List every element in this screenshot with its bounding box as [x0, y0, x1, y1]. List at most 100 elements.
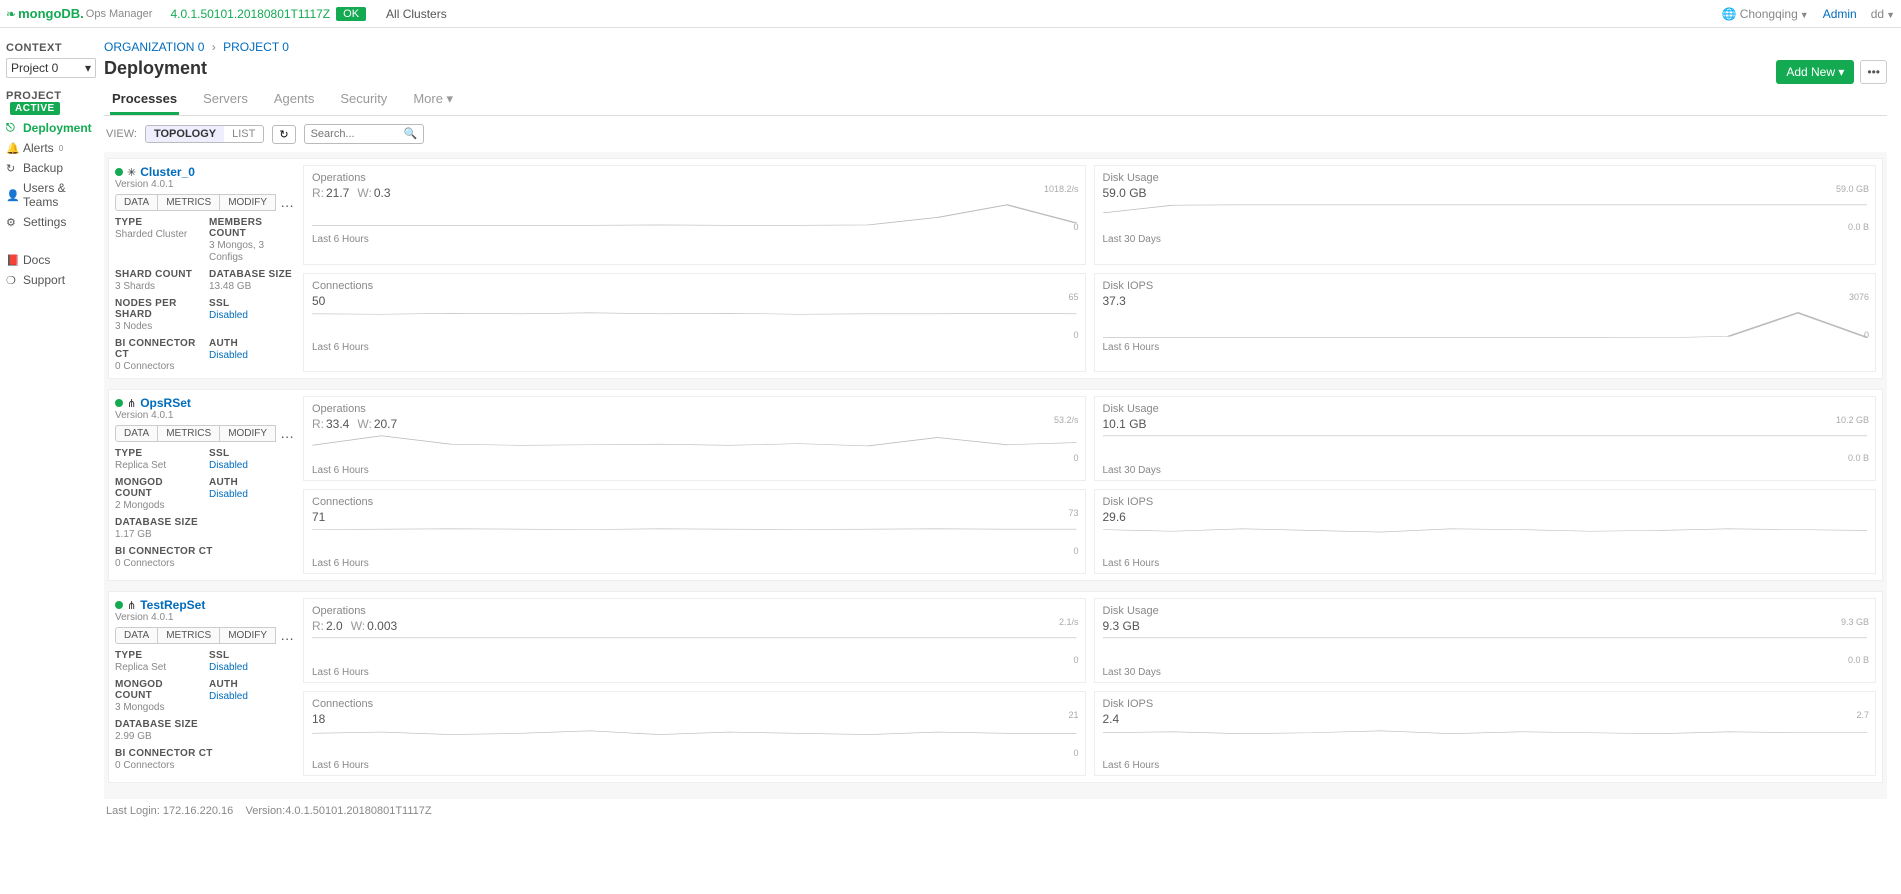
chart-title: Connections — [312, 496, 1077, 508]
y-axis-min: 0.0 B — [1848, 222, 1869, 232]
chart-title: Operations — [312, 605, 1077, 617]
y-axis-min: 0 — [1073, 655, 1078, 665]
sidebar-item-settings[interactable]: ⚙Settings — [6, 212, 98, 232]
topbar: ❧ mongoDB. Ops Manager 4.0.1.50101.20180… — [0, 0, 1901, 28]
deployment-icon: ⎋ — [6, 122, 18, 135]
breadcrumb: ORGANIZATION 0 › PROJECT 0 — [104, 40, 1887, 54]
sidebar-item-backup[interactable]: ↻Backup — [6, 158, 98, 178]
sidebar-item-docs[interactable]: 📕Docs — [6, 250, 98, 270]
replset-icon: ⋔ — [127, 397, 136, 410]
status-badge: OK — [336, 7, 366, 21]
chart-operations[interactable]: Operations R:2.0W:0.003 2.1/s 0 Last 6 H… — [303, 598, 1086, 683]
chart-value: 29.6 — [1103, 510, 1868, 524]
sidebar: CONTEXT Project 0▾ PROJECT ACTIVE ⎋Deplo… — [0, 28, 104, 833]
crumb-project[interactable]: PROJECT 0 — [223, 40, 289, 54]
refresh-button[interactable]: ↻ — [272, 125, 295, 144]
sidebar-item-deployment[interactable]: ⎋Deployment — [6, 118, 98, 138]
chart-title: Disk IOPS — [1103, 496, 1868, 508]
cluster-name-link[interactable]: OpsRSet — [140, 396, 191, 410]
y-axis-max: 2.7 — [1856, 710, 1869, 720]
all-clusters-link[interactable]: All Clusters — [386, 7, 447, 21]
cluster-more-icon[interactable]: … — [276, 194, 298, 211]
lifebuoy-icon: ❍ — [6, 274, 18, 287]
y-axis-max: 59.0 GB — [1836, 184, 1869, 194]
chart-connections[interactable]: Connections 50 65 0 Last 6 Hours — [303, 273, 1086, 373]
pill-modify[interactable]: MODIFY — [220, 627, 276, 644]
crumb-org[interactable]: ORGANIZATION 0 — [104, 40, 204, 54]
sidebar-item-support[interactable]: ❍Support — [6, 270, 98, 290]
chart-operations[interactable]: Operations R:21.7W:0.3 1018.2/s 0 Last 6… — [303, 165, 1086, 265]
build-version: 4.0.1.50101.20180801T1117Z — [170, 7, 330, 21]
tab-agents[interactable]: Agents — [272, 85, 316, 115]
cluster-info: ⋔ TestRepSet Version 4.0.1 DATA METRICS … — [115, 598, 295, 776]
context-select[interactable]: Project 0▾ — [6, 58, 96, 78]
chart-title: Disk Usage — [1103, 605, 1868, 617]
chart-disk usage[interactable]: Disk Usage 9.3 GB 9.3 GB 0.0 B Last 30 D… — [1094, 598, 1877, 683]
cluster-version: Version 4.0.1 — [115, 179, 295, 190]
add-new-button[interactable]: Add New ▾ — [1776, 60, 1854, 84]
pill-modify[interactable]: MODIFY — [220, 425, 276, 442]
chart-disk iops[interactable]: Disk IOPS 37.3 3076 0 Last 6 Hours — [1094, 273, 1877, 373]
chart-range: Last 30 Days — [1103, 667, 1868, 678]
footer: Last Login: 172.16.220.16 Version:4.0.1.… — [104, 799, 1887, 823]
chart-range: Last 6 Hours — [312, 667, 1077, 678]
chart-value: 18 — [312, 712, 1077, 726]
y-axis-min: 0 — [1073, 330, 1078, 340]
chart-value: 9.3 GB — [1103, 619, 1868, 633]
tab-security[interactable]: Security — [338, 85, 389, 115]
chart-disk usage[interactable]: Disk Usage 59.0 GB 59.0 GB 0.0 B Last 30… — [1094, 165, 1877, 265]
chart-disk iops[interactable]: Disk IOPS 2.4 2.7 Last 6 Hours — [1094, 691, 1877, 776]
chart-operations[interactable]: Operations R:33.4W:20.7 53.2/s 0 Last 6 … — [303, 396, 1086, 481]
chart-connections[interactable]: Connections 18 21 0 Last 6 Hours — [303, 691, 1086, 776]
chart-disk usage[interactable]: Disk Usage 10.1 GB 10.2 GB 0.0 B Last 30… — [1094, 396, 1877, 481]
refresh-icon: ↻ — [6, 162, 18, 175]
context-heading: CONTEXT — [6, 42, 98, 54]
view-topology[interactable]: TOPOLOGY — [146, 126, 224, 142]
more-actions-button[interactable]: ••• — [1860, 60, 1887, 84]
chart-title: Disk Usage — [1103, 172, 1868, 184]
chart-range: Last 6 Hours — [1103, 558, 1868, 569]
chart-value: 2.4 — [1103, 712, 1868, 726]
chart-value: R:33.4W:20.7 — [312, 417, 1077, 431]
chart-range: Last 6 Hours — [1103, 760, 1868, 771]
chart-disk iops[interactable]: Disk IOPS 29.6 Last 6 Hours — [1094, 489, 1877, 574]
tab-servers[interactable]: Servers — [201, 85, 250, 115]
chart-value: 59.0 GB — [1103, 186, 1868, 200]
pill-modify[interactable]: MODIFY — [220, 194, 276, 211]
chart-value: 37.3 — [1103, 294, 1868, 308]
pill-data[interactable]: DATA — [115, 194, 158, 211]
y-axis-max: 65 — [1068, 292, 1078, 302]
sidebar-item-users[interactable]: 👤Users & Teams — [6, 178, 98, 212]
sidebar-item-alerts[interactable]: 🔔Alerts0 — [6, 138, 98, 158]
y-axis-max: 3076 — [1849, 292, 1869, 302]
view-toggle: TOPOLOGY LIST — [145, 125, 264, 143]
user-menu[interactable]: dd▼ — [1871, 7, 1895, 21]
pill-metrics[interactable]: METRICS — [158, 425, 220, 442]
tab-more[interactable]: More ▾ — [411, 85, 455, 115]
y-axis-max: 10.2 GB — [1836, 415, 1869, 425]
chart-range: Last 30 Days — [1103, 465, 1868, 476]
y-axis-max: 2.1/s — [1059, 617, 1079, 627]
chart-range: Last 6 Hours — [312, 558, 1077, 569]
cluster-name-link[interactable]: Cluster_0 — [140, 165, 195, 179]
region-dropdown[interactable]: 🌐 Chongqing▼ — [1721, 7, 1808, 21]
y-axis-min: 0 — [1073, 546, 1078, 556]
cluster-name-link[interactable]: TestRepSet — [140, 598, 205, 612]
chart-value: 71 — [312, 510, 1077, 524]
view-label: VIEW: — [106, 128, 137, 140]
pill-metrics[interactable]: METRICS — [158, 194, 220, 211]
admin-link[interactable]: Admin — [1823, 7, 1857, 21]
y-axis-max: 73 — [1068, 508, 1078, 518]
chart-connections[interactable]: Connections 71 73 0 Last 6 Hours — [303, 489, 1086, 574]
y-axis-max: 1018.2/s — [1044, 184, 1079, 194]
pill-data[interactable]: DATA — [115, 627, 158, 644]
cluster-more-icon[interactable]: … — [276, 627, 298, 644]
alerts-count: 0 — [59, 144, 63, 153]
view-list[interactable]: LIST — [224, 126, 263, 142]
chart-title: Disk IOPS — [1103, 698, 1868, 710]
tab-processes[interactable]: Processes — [110, 85, 179, 115]
pill-metrics[interactable]: METRICS — [158, 627, 220, 644]
cluster-more-icon[interactable]: … — [276, 425, 298, 442]
replset-icon: ⋔ — [127, 599, 136, 612]
pill-data[interactable]: DATA — [115, 425, 158, 442]
